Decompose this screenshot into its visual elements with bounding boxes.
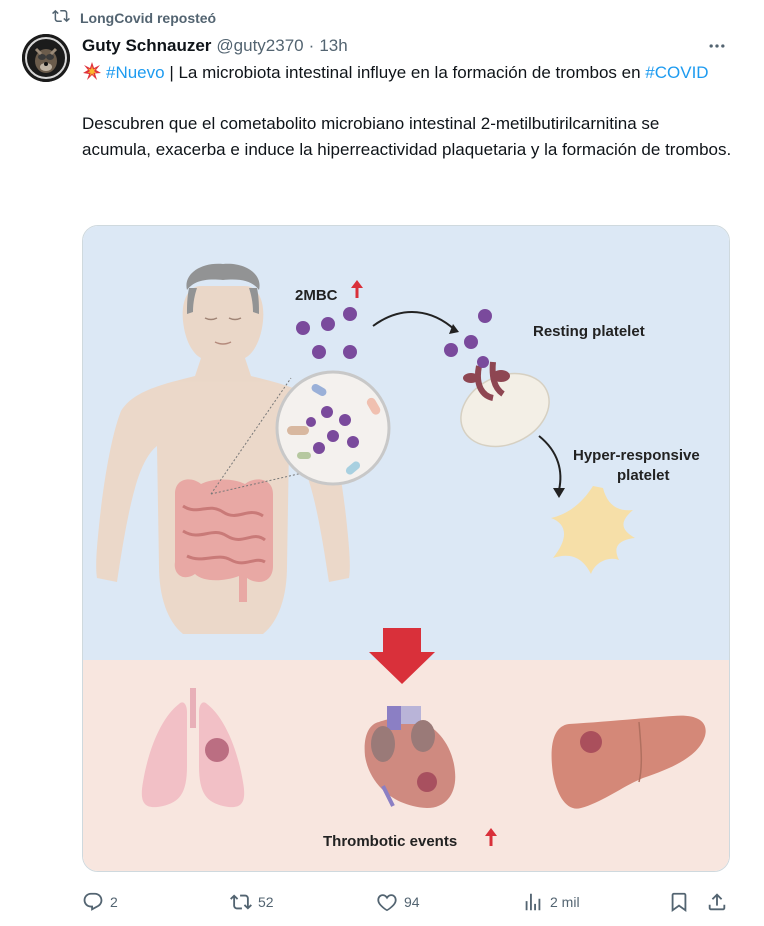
more-icon — [709, 44, 725, 48]
post-time[interactable]: 13h — [319, 36, 347, 56]
tweet-action-bar: 2 52 94 2 mil — [82, 888, 732, 916]
label-2mbc: 2MBC — [295, 287, 338, 304]
label-hyper-responsive-2: platelet — [617, 467, 670, 484]
collision-icon — [82, 61, 102, 81]
author-display-name[interactable]: Guty Schnauzer — [82, 36, 211, 56]
label-resting-platelet: Resting platelet — [533, 323, 645, 340]
views-count: 2 mil — [550, 894, 580, 910]
microbiota-zoom-circle — [275, 370, 391, 486]
hashtag-covid-link[interactable]: #COVID — [645, 63, 708, 82]
repost-header: LongCovid reposteó — [52, 6, 216, 30]
tweet-paragraph-2: Descubren que el cometabolito microbiano… — [82, 114, 732, 159]
bookmark-button[interactable] — [668, 888, 690, 916]
avatar[interactable] — [22, 34, 70, 82]
repost-button[interactable]: 52 — [230, 888, 274, 916]
repost-label[interactable]: LongCovid reposteó — [80, 10, 216, 26]
share-button[interactable] — [706, 888, 728, 916]
separator-dot: · — [308, 36, 315, 55]
hashtag-nuevo-link[interactable]: #Nuevo — [106, 63, 165, 82]
repost-count: 52 — [258, 894, 274, 910]
like-button[interactable]: 94 — [376, 888, 420, 916]
tweet-media-image[interactable]: 2MBC Resting platelet Hyper-responsive p… — [82, 225, 730, 872]
views-icon — [525, 893, 541, 911]
repost-action-icon — [230, 894, 252, 910]
author-handle[interactable]: @guty2370 — [216, 36, 303, 56]
repost-icon — [52, 7, 70, 30]
reply-button[interactable]: 2 — [82, 888, 118, 916]
like-count: 94 — [404, 894, 420, 910]
reply-icon — [83, 892, 103, 911]
tweet-line-1-text: | La microbiota intestinal influye en la… — [164, 63, 646, 82]
more-options-button[interactable] — [704, 34, 730, 58]
label-hyper-responsive-1: Hyper-responsive — [573, 447, 700, 464]
tweet-text: #Nuevo | La microbiota intestinal influy… — [82, 60, 732, 162]
heart-icon — [377, 894, 397, 912]
reply-count: 2 — [110, 894, 118, 910]
tweet-header: Guty Schnauzer @guty2370 · 13h — [82, 34, 348, 58]
bookmark-icon — [671, 892, 687, 913]
share-icon — [708, 893, 726, 911]
views-button[interactable]: 2 mil — [522, 888, 580, 916]
label-thrombotic-events: Thrombotic events — [323, 833, 457, 850]
tweet-line-1: #Nuevo | La microbiota intestinal influy… — [82, 60, 732, 86]
